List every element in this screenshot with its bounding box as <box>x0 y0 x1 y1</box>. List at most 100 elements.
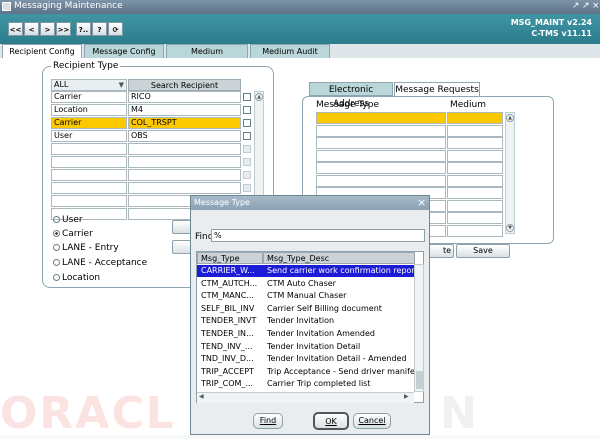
previous-record-button[interactable]: < <box>24 22 39 36</box>
recipient-row-checkbox[interactable] <box>243 158 251 166</box>
recipient-type-cell-empty[interactable] <box>51 195 127 207</box>
message-type-cell[interactable] <box>316 112 446 124</box>
first-record-button[interactable]: << <box>8 22 23 36</box>
requests-scrollbar[interactable]: ▲ ▼ <box>505 112 515 234</box>
minimize-icon[interactable]: ↗ <box>572 1 580 11</box>
list-item[interactable]: TENDER_INVT Tender Invitation <box>197 315 414 327</box>
save-button[interactable]: Save <box>456 244 510 258</box>
list-item[interactable]: TEND_INV_... Tender Invitation Detail <box>197 341 414 353</box>
cancel-button[interactable]: Cancel <box>353 413 391 429</box>
recipient-scrollbar[interactable]: ▲ <box>254 91 264 209</box>
message-type-cell[interactable] <box>316 137 446 149</box>
help-button[interactable]: ? <box>92 22 107 36</box>
recipient-row-checkbox[interactable] <box>243 171 251 179</box>
scroll-up-icon[interactable]: ▲ <box>255 93 263 101</box>
recipient-type-cell[interactable]: Carrier <box>51 117 127 129</box>
maximize-icon[interactable]: ↗ <box>582 1 590 11</box>
list-item[interactable]: CARRIER_W... Send carrier work confirmati… <box>197 265 414 277</box>
message-type-cell[interactable] <box>316 174 446 187</box>
recipient-action-button-2[interactable] <box>172 240 192 254</box>
tab-medium-maintenance[interactable]: Medium Maintenance <box>166 44 248 70</box>
list-item[interactable]: CTM_MANC... CTM Manual Chaser <box>197 290 414 302</box>
message-type-cell[interactable] <box>316 124 446 137</box>
recipient-name-cell[interactable]: RICO <box>128 91 241 103</box>
list-item[interactable]: TND_INV_D... Tender Invitation Detail - A… <box>197 353 414 365</box>
recipient-type-cell-empty[interactable] <box>51 143 127 155</box>
ok-button[interactable]: OK <box>313 412 349 430</box>
recipient-row-checkbox[interactable] <box>243 93 251 101</box>
message-type-cell[interactable] <box>316 149 446 162</box>
scroll-down-icon[interactable]: ▼ <box>506 224 514 232</box>
radio-user[interactable]: User <box>53 215 83 225</box>
msg-type-description: Tender Invitation <box>267 316 335 326</box>
list-item[interactable]: TENDER_IN... Tender Invitation Amended <box>197 328 414 340</box>
medium-cell[interactable] <box>447 112 503 124</box>
scroll-up-icon[interactable]: ▲ <box>506 114 514 122</box>
tab-electronic-address[interactable]: Electronic Address <box>309 82 393 109</box>
recipient-action-button[interactable] <box>172 220 192 234</box>
recipient-name-cell[interactable]: M4 <box>128 104 241 116</box>
dialog-hscrollbar[interactable]: ◀ ▶ <box>197 392 414 403</box>
tab-message-requests[interactable]: Message Requests <box>394 82 480 96</box>
next-record-button[interactable]: > <box>40 22 55 36</box>
find-button[interactable]: Find <box>253 413 283 429</box>
recipient-type-select-value: ALL <box>54 80 69 89</box>
find-input[interactable]: % <box>211 229 425 242</box>
recipient-name-cell-empty[interactable] <box>128 156 241 168</box>
recipient-row-checkbox[interactable] <box>243 184 251 192</box>
last-record-button[interactable]: >> <box>56 22 71 36</box>
recipient-name-cell[interactable]: COL_TRSPT <box>128 117 241 129</box>
tab-message-config[interactable]: Message Config <box>84 44 164 58</box>
dialog-scrollbar[interactable] <box>414 264 424 392</box>
cancel-button-label: Cancel <box>358 416 386 425</box>
radio-lane-entry[interactable]: LANE - Entry <box>53 243 119 253</box>
recipient-row-checkbox[interactable] <box>243 145 251 153</box>
chevron-down-icon: ▼ <box>118 81 124 89</box>
medium-cell[interactable] <box>447 212 503 224</box>
msg-type-code: TENDER_INVT <box>201 316 257 326</box>
recipient-type-cell-empty[interactable] <box>51 169 127 181</box>
list-item[interactable]: SELF_BIL_INV Carrier Self Billing documen… <box>197 303 414 315</box>
close-icon[interactable]: × <box>417 196 426 209</box>
medium-cell[interactable] <box>447 187 503 199</box>
recipient-name-cell-empty[interactable] <box>128 143 241 155</box>
radio-lane-acceptance-label: LANE - Acceptance <box>62 258 148 268</box>
recipient-type-legend: Recipient Type <box>51 61 121 71</box>
tab-medium-audit[interactable]: Medium Audit <box>250 44 330 58</box>
recipient-name-cell-empty[interactable] <box>128 182 241 194</box>
tab-recipient-config[interactable]: Recipient Config <box>2 44 82 58</box>
msg-type-code: TND_INV_D... <box>201 354 254 364</box>
medium-cell[interactable] <box>447 174 503 187</box>
recipient-row-checkbox[interactable] <box>243 132 251 140</box>
medium-cell[interactable] <box>447 124 503 137</box>
recipient-name-cell[interactable]: OBS <box>128 130 241 142</box>
radio-lane-acceptance[interactable]: LANE - Acceptance <box>53 258 147 268</box>
refresh-button[interactable]: ⟳ <box>108 22 123 36</box>
recipient-name-cell-empty[interactable] <box>128 169 241 181</box>
recipient-type-cell-empty[interactable] <box>51 156 127 168</box>
scroll-right-icon[interactable]: ▶ <box>404 393 409 400</box>
recipient-type-cell-empty[interactable] <box>51 182 127 194</box>
recipient-type-select[interactable]: ALL ▼ <box>51 79 127 91</box>
medium-cell[interactable] <box>447 137 503 149</box>
search-recipient-button[interactable]: Search Recipient <box>128 79 241 91</box>
scroll-left-icon[interactable]: ◀ <box>199 393 204 400</box>
list-item[interactable]: TRIP_ACCEPT Trip Acceptance - Send driver… <box>197 366 414 378</box>
medium-cell[interactable] <box>447 199 503 212</box>
medium-cell[interactable] <box>447 224 503 237</box>
message-type-cell[interactable] <box>316 162 446 174</box>
recipient-type-cell[interactable]: Carrier <box>51 91 127 103</box>
scroll-thumb[interactable] <box>416 371 423 389</box>
medium-cell[interactable] <box>447 162 503 174</box>
recipient-row-checkbox[interactable] <box>243 106 251 114</box>
list-item[interactable]: CTM_AUTCH... CTM Auto Chaser <box>197 278 414 290</box>
radio-carrier[interactable]: Carrier <box>53 229 93 239</box>
recipient-type-cell[interactable]: Location <box>51 104 127 116</box>
list-item[interactable]: TRIP_COM_... Carrier Trip completed list <box>197 378 414 390</box>
medium-cell[interactable] <box>447 149 503 162</box>
recipient-row-checkbox[interactable] <box>243 119 251 127</box>
radio-location[interactable]: Location <box>53 273 100 283</box>
list-values-button[interactable]: ?.. <box>76 22 91 36</box>
recipient-type-cell[interactable]: User <box>51 130 127 142</box>
close-icon[interactable]: × <box>592 1 600 11</box>
